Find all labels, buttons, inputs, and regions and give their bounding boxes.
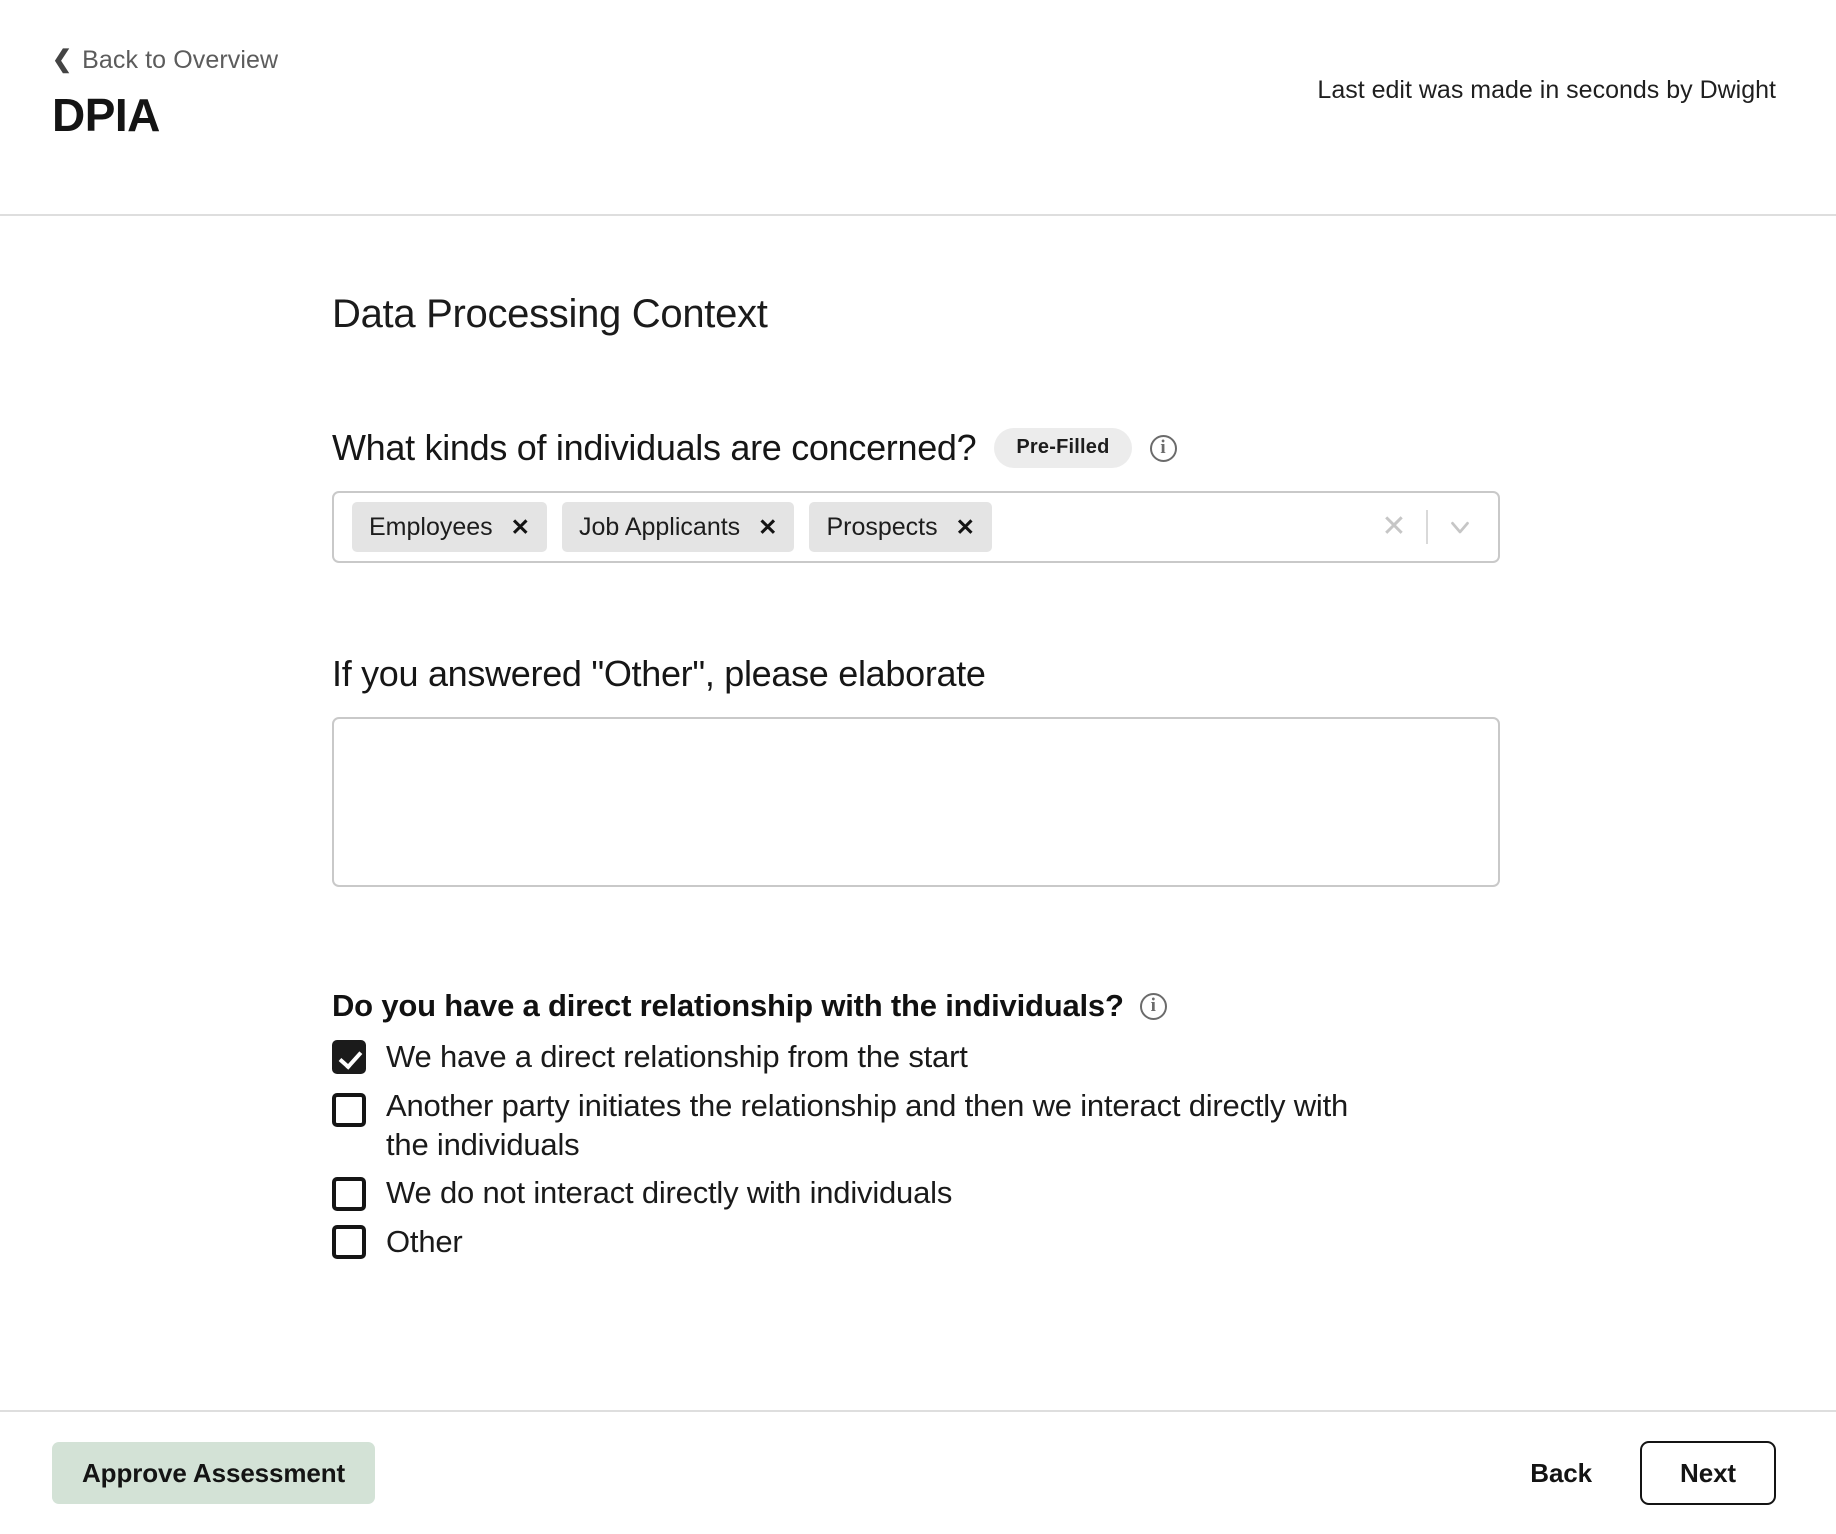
back-to-overview-label: Back to Overview bbox=[82, 46, 279, 74]
form-body: Data Processing Context What kinds of in… bbox=[0, 216, 1836, 1410]
checkbox-group-question: Do you have a direct relationship with t… bbox=[332, 988, 1502, 1024]
page-footer: Approve Assessment Back Next bbox=[0, 1410, 1836, 1534]
tag-label: Prospects bbox=[826, 512, 938, 541]
info-icon[interactable]: i bbox=[1139, 992, 1167, 1020]
field-individuals-concerned: What kinds of individuals are concerned?… bbox=[332, 427, 1502, 563]
tag-remove-icon[interactable]: ✕ bbox=[758, 515, 777, 539]
tag-remove-icon[interactable]: ✕ bbox=[511, 515, 530, 539]
elaborate-textarea[interactable] bbox=[332, 717, 1500, 887]
multiselect-actions: ✕ bbox=[1370, 510, 1490, 544]
tag-item[interactable]: Employees ✕ bbox=[352, 502, 547, 552]
approve-assessment-button[interactable]: Approve Assessment bbox=[52, 1442, 376, 1504]
checkbox-label: Another party initiates the relationship… bbox=[386, 1087, 1349, 1162]
checkbox-option[interactable]: Another party initiates the relationship… bbox=[332, 1087, 1502, 1165]
elaborate-label: If you answered "Other", please elaborat… bbox=[332, 653, 986, 694]
checkbox-label: We have a direct relationship from the s… bbox=[386, 1039, 968, 1074]
tag-item[interactable]: Job Applicants ✕ bbox=[561, 502, 795, 552]
section-title: Data Processing Context bbox=[332, 292, 768, 336]
checkbox-indicator-checked[interactable] bbox=[332, 1040, 366, 1075]
checkbox-option[interactable]: Other bbox=[332, 1223, 1502, 1262]
chevron-left-icon: ❮ bbox=[52, 45, 73, 73]
next-button[interactable]: Next bbox=[1640, 1441, 1776, 1505]
tag-label: Job Applicants bbox=[578, 512, 741, 541]
selected-tags-list: Employees ✕ Job Applicants ✕ Prospects ✕ bbox=[352, 502, 1370, 552]
back-button[interactable]: Back bbox=[1530, 1458, 1592, 1489]
clear-all-icon[interactable]: ✕ bbox=[1370, 512, 1418, 542]
tag-item[interactable]: Prospects ✕ bbox=[809, 502, 992, 552]
checkbox-list: We have a direct relationship from the s… bbox=[332, 1038, 1502, 1262]
field-other-elaborate: If you answered "Other", please elaborat… bbox=[332, 653, 1502, 892]
multiselect-individuals[interactable]: Employees ✕ Job Applicants ✕ Prospects ✕ bbox=[332, 491, 1500, 563]
checkbox-group-label: Do you have a direct relationship with t… bbox=[332, 988, 1124, 1023]
dpia-assessment-page: ❮ Back to Overview DPIA Last edit was ma… bbox=[0, 0, 1836, 1534]
status-badge-prefilled: Pre-Filled bbox=[994, 428, 1132, 468]
page-header: ❮ Back to Overview DPIA Last edit was ma… bbox=[0, 0, 1836, 216]
footer-nav-buttons: Back Next bbox=[1530, 1441, 1776, 1505]
tag-remove-icon[interactable]: ✕ bbox=[956, 515, 975, 539]
chevron-down-icon[interactable] bbox=[1436, 512, 1484, 542]
checkbox-option[interactable]: We have a direct relationship from the s… bbox=[332, 1038, 1502, 1077]
back-to-overview-link[interactable]: ❮ Back to Overview bbox=[52, 45, 279, 74]
checkbox-indicator[interactable] bbox=[332, 1176, 366, 1211]
checkbox-label: We do not interact directly with individ… bbox=[386, 1175, 953, 1211]
info-icon[interactable]: i bbox=[1149, 434, 1177, 462]
checkbox-label: Other bbox=[386, 1224, 463, 1259]
question-row: What kinds of individuals are concerned?… bbox=[332, 427, 1502, 469]
checkbox-indicator[interactable] bbox=[332, 1092, 366, 1127]
field-direct-relationship: Do you have a direct relationship with t… bbox=[332, 988, 1502, 1262]
divider bbox=[1426, 510, 1428, 544]
question-label-individuals: What kinds of individuals are concerned? bbox=[332, 427, 977, 468]
content-column: Data Processing Context What kinds of in… bbox=[332, 216, 1502, 1272]
checkbox-option[interactable]: We do not interact directly with individ… bbox=[332, 1174, 1502, 1213]
last-edit-status: Last edit was made in seconds by Dwight bbox=[1317, 76, 1776, 104]
checkbox-indicator[interactable] bbox=[332, 1225, 366, 1260]
tag-label: Employees bbox=[369, 512, 493, 541]
